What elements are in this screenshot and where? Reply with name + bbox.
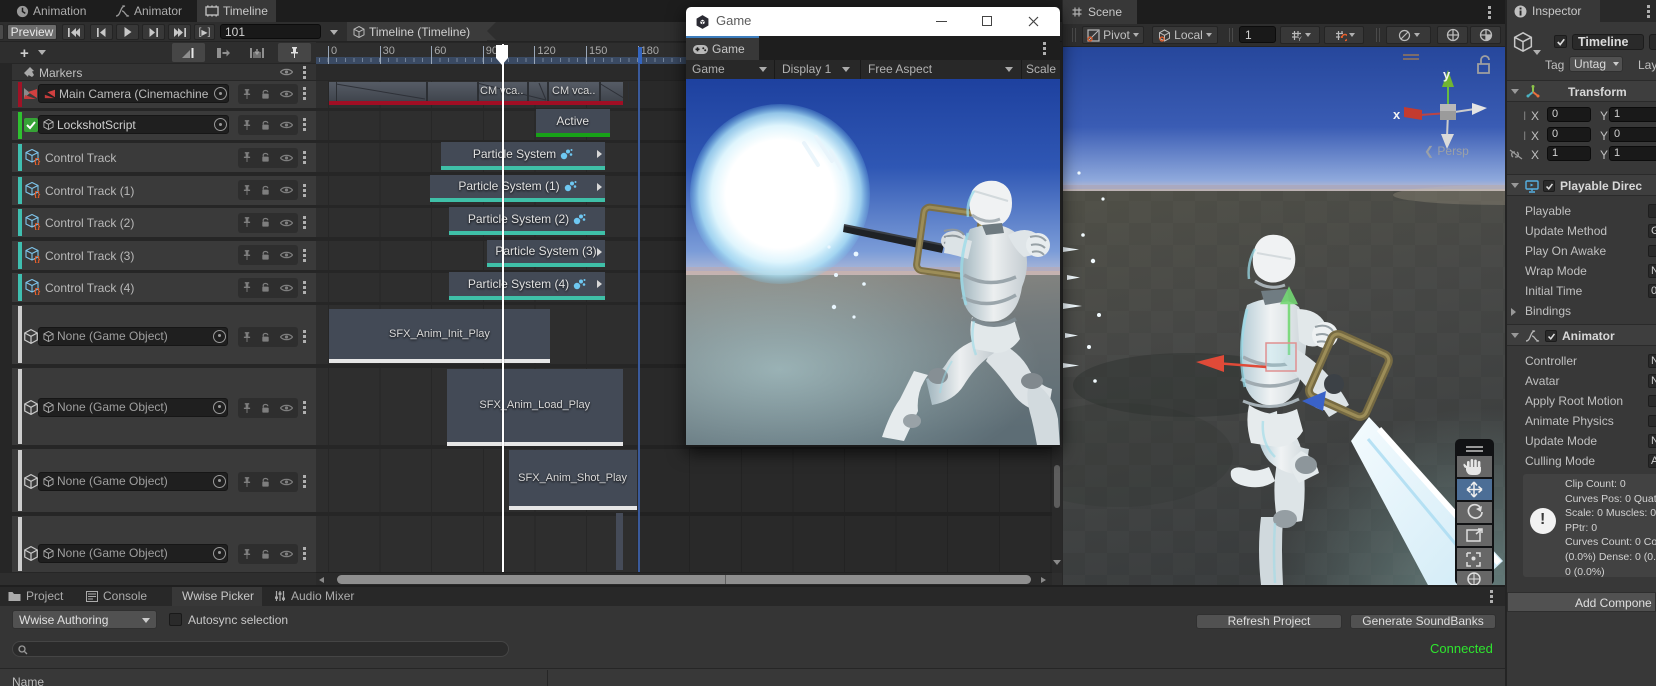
svg-text:{}: {} (34, 190, 40, 198)
svg-text:x: x (1393, 107, 1401, 122)
svg-text:{}: {} (34, 157, 40, 165)
svg-text:{}: {} (34, 287, 40, 295)
svg-text:{}: {} (34, 222, 40, 230)
svg-text:{}: {} (34, 255, 40, 263)
svg-text:Y: Y (1297, 36, 1302, 42)
svg-text:y: y (1443, 67, 1451, 82)
